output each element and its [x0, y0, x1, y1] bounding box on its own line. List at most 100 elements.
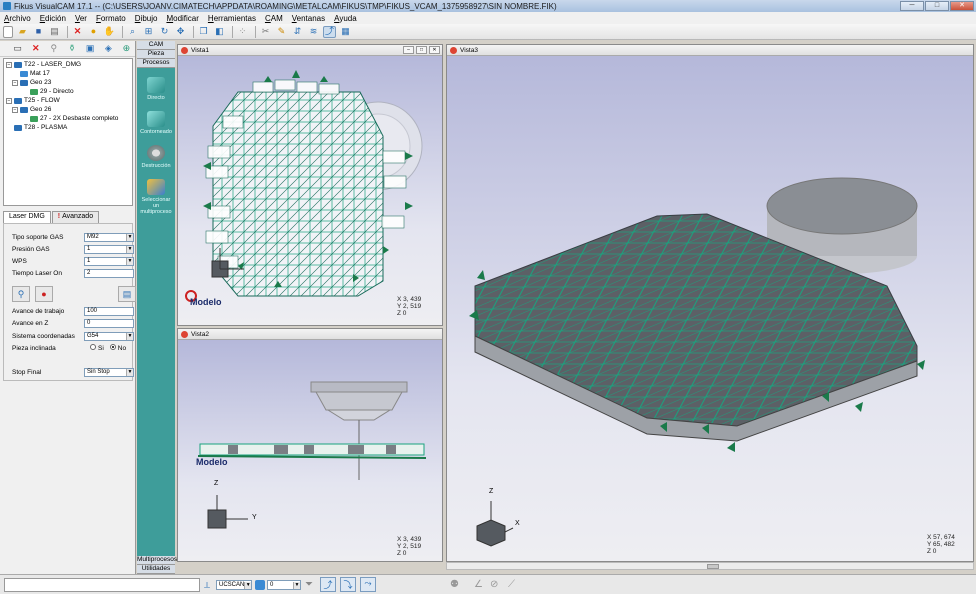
tree-node-desbaste[interactable]: 27 - 2X Desbaste completo — [30, 115, 118, 122]
snap-point-icon[interactable]: ⚉ — [450, 579, 459, 590]
tab-avanzado[interactable]: ! Avanzado — [51, 211, 100, 223]
menu-formato[interactable]: Formato — [96, 14, 126, 23]
collapse-icon[interactable]: − — [12, 106, 18, 113]
snap-line-icon[interactable]: ⟋ — [508, 579, 515, 590]
view-front-icon[interactable]: ❐ — [197, 26, 210, 38]
viewport-canvas[interactable]: Modelo X 3, 439 Y 2, 519 Z 0 — [178, 56, 442, 325]
wps-select[interactable]: 1 ▼ — [84, 256, 134, 266]
minimize-view-button[interactable]: – — [403, 46, 414, 54]
open-folder-icon[interactable]: ▰ — [16, 26, 29, 38]
sistema-coord-select[interactable]: G54 ▼ — [84, 331, 134, 341]
maximize-button[interactable]: □ — [925, 1, 949, 11]
side-tab-pieza[interactable]: Pieza — [137, 50, 175, 59]
zoom-window-icon[interactable]: ⊞ — [142, 26, 155, 38]
side-tab-utilidades[interactable]: Utilidades — [137, 565, 175, 574]
menu-dibujo[interactable]: Dibujo — [135, 14, 158, 23]
axis-z-label: Z — [214, 480, 219, 487]
geometry-icon[interactable]: ◈ — [103, 43, 114, 55]
scrollbar-thumb[interactable] — [707, 564, 719, 569]
radio-si[interactable]: Si — [90, 344, 104, 352]
tree-node-mat17[interactable]: Mat 17 — [20, 70, 50, 77]
cut-icon[interactable]: ✂ — [259, 26, 272, 38]
menu-edicion[interactable]: Edición — [40, 14, 66, 23]
menu-ayuda[interactable]: Ayuda — [334, 14, 357, 23]
horizontal-scrollbar[interactable] — [446, 562, 974, 570]
measure-icon[interactable]: ⇵ — [291, 26, 304, 38]
tree-node-t22[interactable]: − T22 - LASER_DMG — [6, 61, 81, 68]
process-contorneado[interactable]: Contorneado — [139, 111, 173, 135]
avance-trabajo-input[interactable]: 100 — [84, 306, 134, 316]
collapse-icon[interactable]: − — [12, 79, 18, 86]
tab-laser-dmg[interactable]: Laser DMG — [3, 211, 51, 223]
process-seleccionar-multiproceso[interactable]: Seleccionar un multiproceso — [139, 179, 173, 215]
tree-node-geo23[interactable]: − Geo 23 — [12, 79, 51, 86]
close-button[interactable]: ✕ — [950, 1, 974, 11]
toolpath-simulate-icon[interactable]: ⤵ — [340, 577, 356, 592]
minimize-button[interactable]: ─ — [900, 1, 924, 11]
layer-select[interactable]: 0 ▼ — [267, 580, 301, 590]
tree-node-geo26[interactable]: − Geo 26 — [12, 106, 51, 113]
tree-node-directo[interactable]: 29 - Directo — [30, 88, 74, 95]
print-icon[interactable]: ▤ — [48, 26, 61, 38]
filter-icon[interactable]: ⏷ — [305, 579, 313, 590]
pan-icon[interactable]: ✋ — [103, 26, 116, 38]
toolpath-verify-icon[interactable]: ⤳ — [360, 577, 376, 592]
menu-ver[interactable]: Ver — [75, 14, 87, 23]
tree-node-t28[interactable]: T28 - PLASMA — [14, 124, 67, 131]
tree-node-t25[interactable]: − T25 - FLOW — [6, 97, 60, 104]
process-directo[interactable]: Directo — [139, 77, 173, 101]
delete-icon[interactable]: ✕ — [30, 43, 41, 55]
ucs-select[interactable]: UCSCAN ▼ — [216, 580, 252, 590]
menu-modificar[interactable]: Modificar — [166, 14, 198, 23]
snap-tangent-icon[interactable]: ⊘ — [490, 579, 498, 590]
rotate-icon[interactable]: ↻ — [158, 26, 171, 38]
delete-icon[interactable]: ✕ — [71, 26, 84, 38]
save-icon[interactable]: ■ — [32, 26, 45, 38]
tool-icon[interactable]: ⚲ — [48, 43, 59, 55]
collapse-icon[interactable]: − — [6, 61, 12, 68]
move-icon[interactable]: ✥ — [174, 26, 187, 38]
snap-angle-icon[interactable]: ∠ — [474, 579, 483, 590]
material-icon[interactable]: ▣ — [85, 43, 96, 55]
app-icon — [3, 2, 11, 10]
settings-panel-icon[interactable]: ▤ — [118, 286, 136, 302]
toolbar-separator — [67, 25, 68, 38]
render-icon[interactable]: ▦ — [339, 26, 352, 38]
process-destruccion[interactable]: Destrucción — [139, 145, 173, 169]
laser-head-icon[interactable]: ⚲ — [12, 286, 30, 302]
menu-ventanas[interactable]: Ventanas — [292, 14, 325, 23]
collapse-icon[interactable]: − — [6, 97, 12, 104]
close-view-button[interactable]: ✕ — [429, 46, 440, 54]
side-tab-cam[interactable]: CAM — [137, 41, 175, 50]
gas-icon[interactable]: ● — [35, 286, 53, 302]
view-iso-icon[interactable]: ◧ — [213, 26, 226, 38]
side-tab-multiprocesos[interactable]: Multiprocesos — [137, 556, 177, 565]
presion-gas-select[interactable]: 1 ▼ — [84, 244, 134, 254]
menu-herramientas[interactable]: Herramientas — [208, 14, 256, 23]
tool-add-icon[interactable]: ⚱ — [66, 43, 77, 55]
process-icon — [30, 88, 38, 95]
avance-z-input[interactable]: 0 — [84, 318, 134, 328]
snap-icon[interactable]: ⁘ — [236, 26, 249, 38]
tipo-soporte-gas-select[interactable]: M92 ▼ — [84, 232, 134, 242]
toolpath-view-icon[interactable]: ⤴ — [320, 577, 336, 592]
zoom-icon[interactable]: ⌕ — [126, 26, 139, 38]
maximize-view-button[interactable]: □ — [416, 46, 427, 54]
layers-icon[interactable]: ≋ — [307, 26, 320, 38]
menu-cam[interactable]: CAM — [265, 14, 283, 23]
new-file-icon[interactable] — [3, 25, 13, 38]
radio-no[interactable]: No — [109, 344, 126, 352]
monitor-icon[interactable]: ▭ — [12, 43, 23, 55]
tiempo-laser-input[interactable]: 2 — [84, 268, 134, 278]
process-icon[interactable]: ⊕ — [121, 43, 132, 55]
pen-icon[interactable]: ✎ — [275, 26, 288, 38]
menu-archivo[interactable]: Archivo — [4, 14, 31, 23]
viewport-canvas[interactable]: Modelo Z Y X 3, 439 Y 2, 519 Z 0 — [178, 340, 442, 561]
status-bar: ⟂ UCSCAN ▼ 0 ▼ ⏷ ⤴ ⤵ ⤳ ⚉ ∠ ⊘ ⟋ — [0, 574, 976, 594]
toolpath-icon[interactable]: ⤴ — [323, 25, 336, 38]
paint-icon[interactable]: ● — [87, 26, 100, 38]
stop-final-select[interactable]: Sin Stop ▼ — [84, 367, 134, 377]
side-tab-procesos[interactable]: Procesos — [137, 59, 175, 68]
command-input[interactable] — [4, 578, 200, 592]
viewport-canvas[interactable]: Z X X 57, 674 Y 65, 482 Z 0 — [447, 56, 973, 561]
